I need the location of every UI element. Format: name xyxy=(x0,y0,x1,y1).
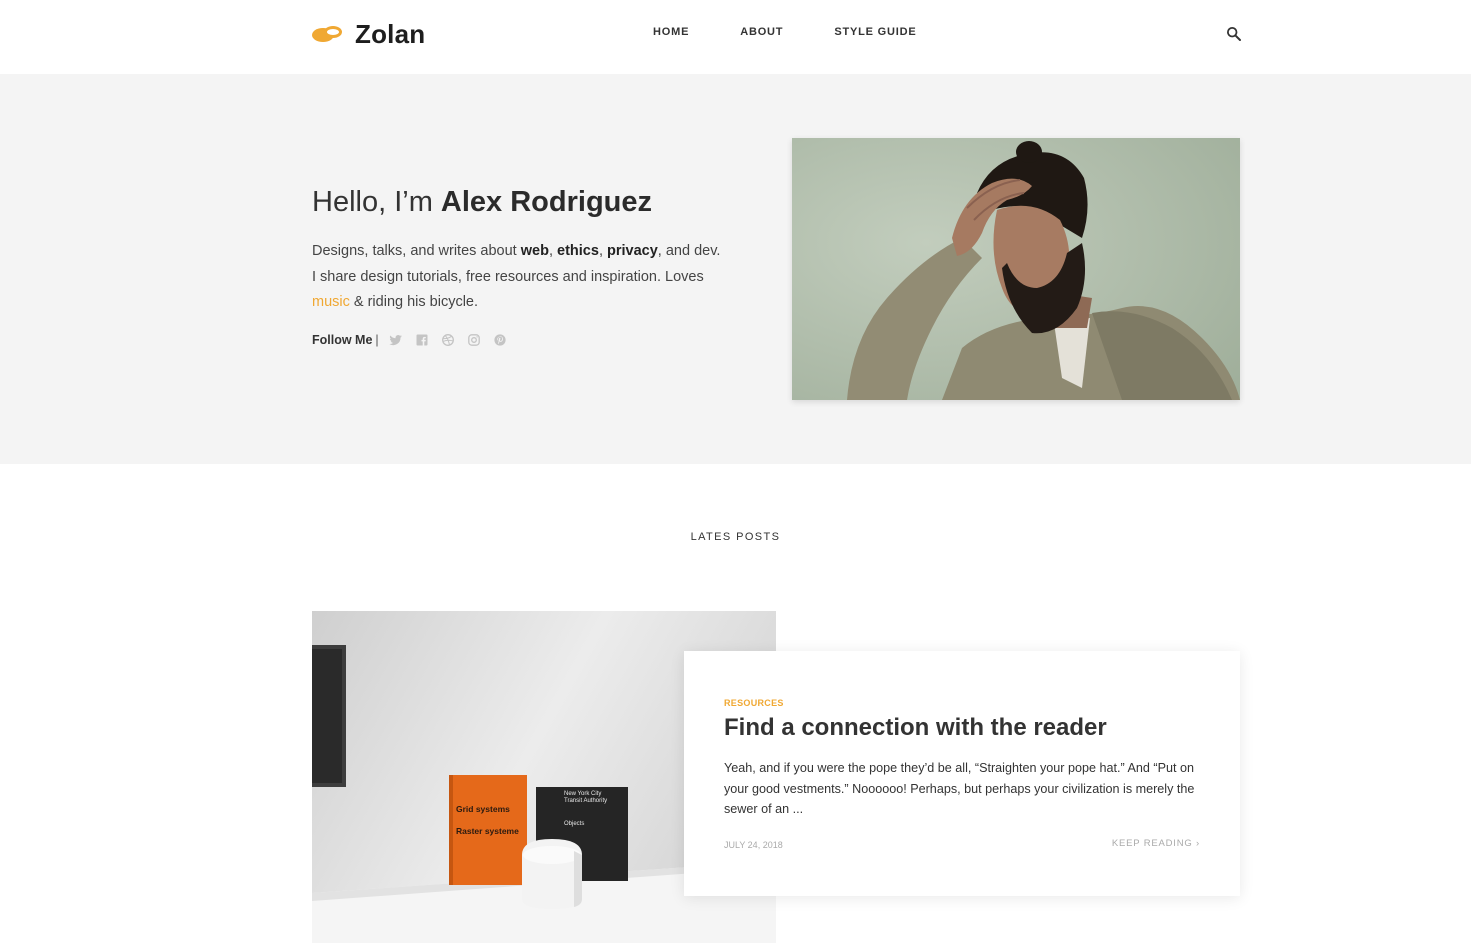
book2-title-1: New York City xyxy=(564,791,601,797)
latest-posts-title: LATES POSTS xyxy=(690,531,781,543)
follow-separator: | xyxy=(375,333,379,347)
book1-title-1: Grid systems xyxy=(456,804,510,814)
post-title[interactable]: Find a connection with the reader xyxy=(724,714,1107,742)
book2-title-2: Transit Authority xyxy=(564,798,607,804)
keep-reading-link[interactable]: KEEP READING › xyxy=(1112,838,1200,849)
hero-title: Hello, I’m Alex Rodriguez xyxy=(312,186,653,218)
post-category[interactable]: RESOURCES xyxy=(724,698,784,708)
nav-home[interactable]: HOME xyxy=(653,26,689,38)
dribbble-icon[interactable] xyxy=(441,333,455,347)
nav-about[interactable]: ABOUT xyxy=(740,26,783,38)
site-logo[interactable]: Zolan xyxy=(312,18,425,50)
book1-title-2: Raster systeme xyxy=(456,826,519,836)
hero-description: Designs, talks, and writes about web, et… xyxy=(312,243,721,310)
search-icon[interactable] xyxy=(1226,26,1242,42)
post-excerpt: Yeah, and if you were the pope they’d be… xyxy=(724,761,1195,816)
facebook-icon[interactable] xyxy=(415,333,429,347)
book2-title-3: Objects xyxy=(564,821,584,827)
main-nav: HOME ABOUT STYLE GUIDE xyxy=(653,26,967,38)
author-name: Alex Rodriguez xyxy=(440,186,653,218)
twitter-icon[interactable] xyxy=(388,333,403,347)
instagram-icon[interactable] xyxy=(467,333,481,347)
follow-label: Follow Me xyxy=(312,333,373,347)
author-photo xyxy=(792,138,1240,400)
follow-me: Follow Me | xyxy=(312,333,519,347)
site-name: Zolan xyxy=(355,18,426,49)
site-header: Zolan HOME ABOUT STYLE GUIDE xyxy=(0,0,1471,74)
nav-style-guide[interactable]: STYLE GUIDE xyxy=(834,26,916,38)
music-link[interactable]: music xyxy=(312,294,350,310)
logo-icon xyxy=(312,24,344,44)
social-links xyxy=(388,333,519,347)
post-card: RESOURCES Find a connection with the rea… xyxy=(684,651,1240,896)
pinterest-icon[interactable] xyxy=(493,333,507,347)
post-date: JULY 24, 2018 xyxy=(724,840,783,850)
